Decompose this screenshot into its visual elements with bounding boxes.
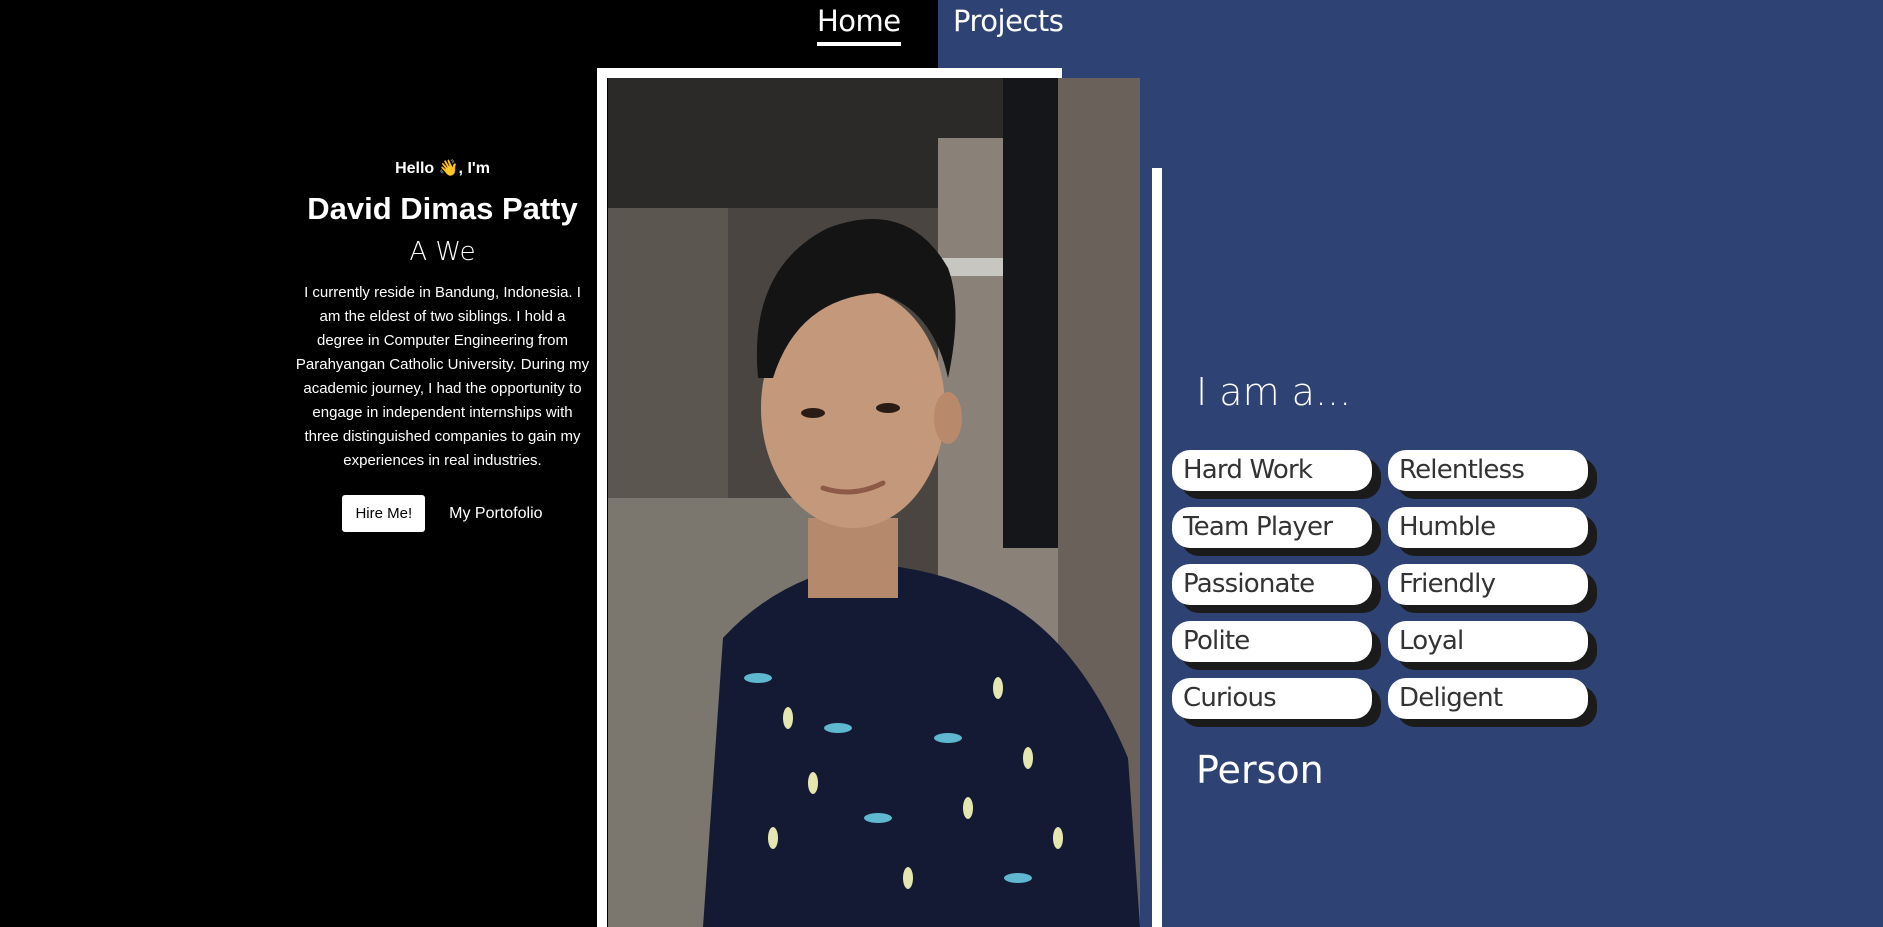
- portfolio-link[interactable]: My Portofolio: [449, 505, 542, 523]
- nav-projects-link[interactable]: Projects: [953, 4, 1064, 38]
- trait-pill: Curious: [1172, 678, 1372, 719]
- photo-frame-left: [597, 68, 607, 927]
- trait-pill: Hard Work: [1172, 450, 1372, 491]
- profile-photo-illustration: [608, 78, 1140, 927]
- trait-pill: Deligent: [1388, 678, 1588, 719]
- traits-footer: Person: [1196, 748, 1324, 792]
- greeting-text: Hello 👋, I'm: [395, 160, 490, 177]
- intro-section: Hello 👋, I'm David Dimas Patty A We I cu…: [295, 155, 590, 532]
- trait-pill: Team Player: [1172, 507, 1372, 548]
- traits-grid: Hard Work Relentless Team Player Humble …: [1172, 450, 1588, 719]
- trait-pill: Humble: [1388, 507, 1588, 548]
- profile-photo: [608, 78, 1140, 927]
- trait-pill: Friendly: [1388, 564, 1588, 605]
- intro-actions: Hire Me! My Portofolio: [295, 495, 590, 532]
- trait-pill: Passionate: [1172, 564, 1372, 605]
- trait-pill: Relentless: [1388, 450, 1588, 491]
- photo-frame-right: [1152, 168, 1162, 927]
- nav-home-link[interactable]: Home: [817, 4, 901, 46]
- photo-frame-top: [597, 68, 1062, 78]
- role-typing-text: A We: [409, 237, 476, 267]
- bio-paragraph: I currently reside in Bandung, Indonesia…: [295, 284, 590, 469]
- trait-pill: Polite: [1172, 621, 1372, 662]
- trait-pill: Loyal: [1388, 621, 1588, 662]
- hire-me-button[interactable]: Hire Me!: [342, 495, 426, 532]
- traits-heading: I am a...: [1196, 370, 1352, 414]
- top-navigation: Home Projects: [0, 0, 1883, 60]
- profile-name: David Dimas Patty: [307, 191, 578, 226]
